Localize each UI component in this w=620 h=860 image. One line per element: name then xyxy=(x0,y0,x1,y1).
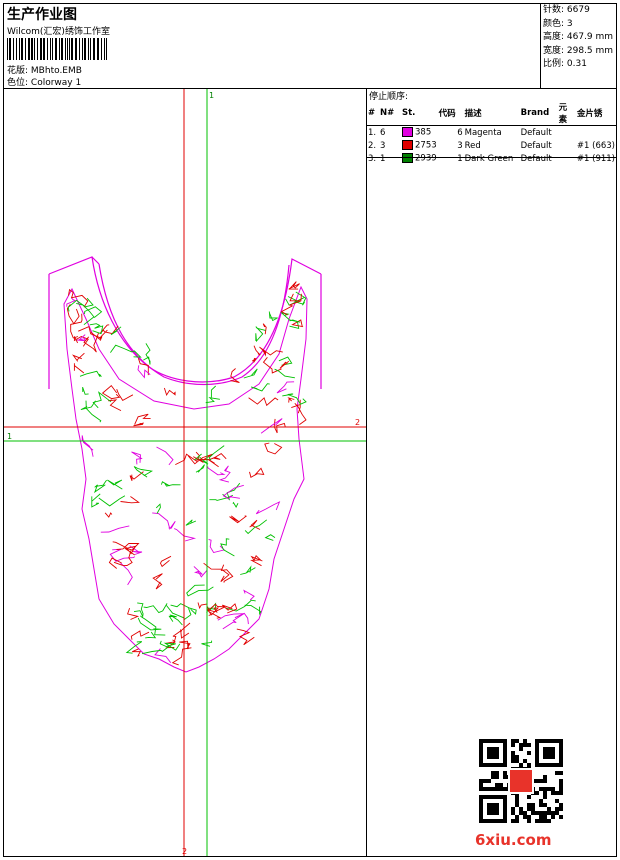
table-row: 2. 3 2753 3 Red Default #1 (663) xyxy=(367,139,616,152)
col-sequin: 金片锈 xyxy=(575,101,616,126)
row-description: Magenta xyxy=(464,127,502,138)
color-swatch xyxy=(402,127,413,138)
company-name: Wilcom(汇宏)绣饰工作室 xyxy=(7,27,110,37)
table-row: 3. 1 2939 1 Dark Green Default #1 (911) xyxy=(367,152,616,165)
row-brand: Default xyxy=(520,153,552,164)
color-count: 颜色: 3 xyxy=(543,18,573,29)
row-description: Dark Green xyxy=(464,153,514,164)
stop-sequence-panel: 停止顺序: # N# St. 代码 描述 Brand 元素 金片锈 1. 6 385… xyxy=(367,89,616,856)
row-element xyxy=(558,152,576,165)
row-index: 3. xyxy=(368,153,377,164)
design-height: 高度: 467.9 mm xyxy=(543,32,614,42)
table-header-row: # N# St. 代码 描述 Brand 元素 金片锈 xyxy=(367,101,616,126)
row-needle: 6 xyxy=(380,127,386,138)
table-row: 1. 6 385 6 Magenta Default xyxy=(367,126,616,140)
row-sequin: #1 (911) xyxy=(576,153,615,164)
colorway: 色位: Colorway 1 xyxy=(7,75,81,88)
colorway-label: 色位: xyxy=(7,78,29,88)
qr-code xyxy=(479,739,563,823)
color-swatch xyxy=(402,140,413,151)
row-brand: Default xyxy=(520,127,552,138)
design-preview: 1 1 2 2 xyxy=(4,89,367,856)
stitch-count: 针数: 6679 xyxy=(543,5,590,15)
col-element: 元素 xyxy=(557,101,576,126)
row-element xyxy=(558,126,576,140)
row-sequin xyxy=(576,126,616,140)
col-brand: Brand xyxy=(519,101,558,126)
stop-sequence-table: # N# St. 代码 描述 Brand 元素 金片锈 1. 6 385 6 Magen… xyxy=(367,101,616,165)
row-sequin: #1 (663) xyxy=(576,140,615,151)
row-stitches: 2939 xyxy=(401,152,438,165)
watermark-logo: 6xiu.com xyxy=(475,831,552,849)
stats-panel: 针数: 6679 颜色: 3 高度: 467.9 mm 宽度: 298.5 mm… xyxy=(540,4,616,89)
row-code: 3 xyxy=(457,140,463,151)
row-needle: 1 xyxy=(380,153,386,164)
guide-label-v-green: 1 xyxy=(209,91,214,100)
header-panel: 生产作业图 Wilcom(汇宏)绣饰工作室 花版: MBhto.EMB 色位: … xyxy=(4,4,540,89)
row-stitches: 2753 xyxy=(401,139,438,152)
guide-label-h-green: 1 xyxy=(7,432,12,441)
table-divider xyxy=(367,157,616,158)
row-code: 1 xyxy=(457,153,463,164)
col-code: 代码 xyxy=(437,101,464,126)
row-code: 6 xyxy=(457,127,463,138)
row-index: 1. xyxy=(368,127,377,138)
col-needle: N# xyxy=(379,101,401,126)
design-width: 宽度: 298.5 mm xyxy=(543,45,614,56)
row-brand: Default xyxy=(520,140,552,151)
col-description: 描述 xyxy=(463,101,520,126)
guide-label-v-red: 2 xyxy=(182,847,187,856)
stamp-logo xyxy=(508,768,534,794)
row-needle: 3 xyxy=(380,140,386,151)
barcode xyxy=(7,38,107,60)
bib-outline xyxy=(63,285,308,673)
page-title: 生产作业图 xyxy=(7,7,77,23)
row-element xyxy=(558,139,576,152)
row-index: 2. xyxy=(368,140,377,151)
production-sheet: 生产作业图 Wilcom(汇宏)绣饰工作室 花版: MBhto.EMB 色位: … xyxy=(3,3,617,857)
guide-label-h-red: 2 xyxy=(355,418,360,427)
embroidery-preview: 1 1 2 2 xyxy=(4,89,366,856)
colorway-value: Colorway 1 xyxy=(30,78,82,88)
row-stitches: 385 xyxy=(401,126,438,140)
design-scale: 比例: 0.31 xyxy=(543,59,587,69)
color-swatch xyxy=(402,153,413,164)
col-stitches: St. xyxy=(401,101,438,126)
col-index: # xyxy=(367,101,379,126)
row-description: Red xyxy=(464,140,481,151)
